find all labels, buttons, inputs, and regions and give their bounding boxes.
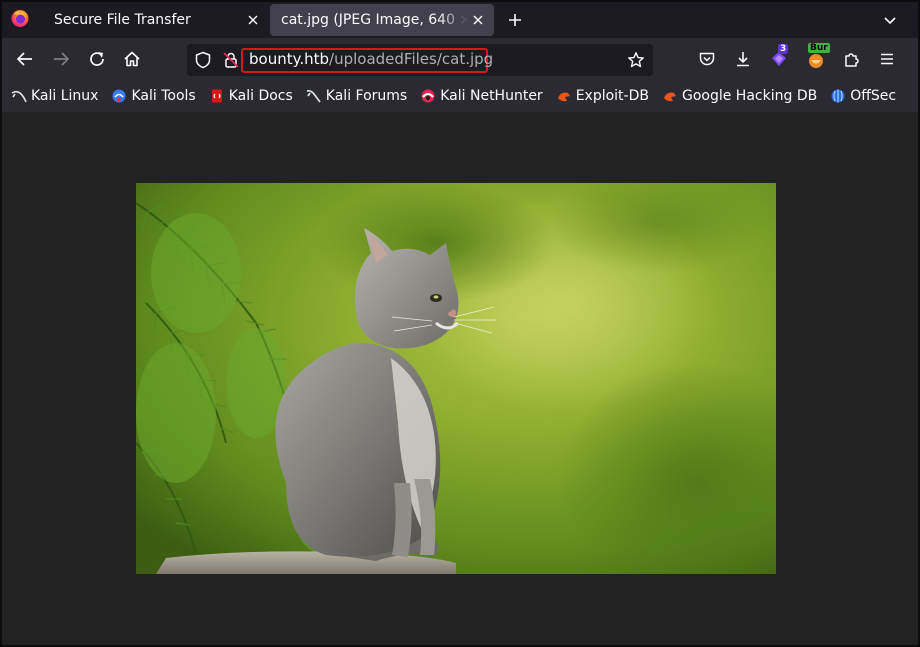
address-bar[interactable]: bounty.htb/uploadedFiles/cat.jpg [187, 44, 653, 76]
extension-badge: 3 [778, 44, 789, 54]
close-tab-icon[interactable] [468, 10, 488, 30]
burp-extension-icon[interactable]: Bur [804, 43, 830, 71]
tab-cat-jpg[interactable]: cat.jpg (JPEG Image, 640 × 391 pixels) [270, 4, 494, 36]
bookmark-label: Kali Forums [325, 88, 408, 104]
chevron-down-icon[interactable] [878, 8, 902, 32]
ghdb-icon [662, 88, 678, 104]
tracking-protection-shield-icon[interactable] [194, 51, 212, 73]
hamburger-menu-icon[interactable] [875, 47, 899, 71]
kali-tools-icon [111, 88, 127, 104]
bookmark-label: Exploit-DB [575, 88, 649, 104]
navigation-toolbar: bounty.htb/uploadedFiles/cat.jpg 3 Bur [2, 38, 918, 80]
tab-title: cat.jpg (JPEG Image, 640 × 391 pixels) [281, 12, 468, 28]
kali-dragon-icon [11, 88, 27, 104]
bookmark-star-icon[interactable] [627, 51, 645, 73]
nethunter-icon [420, 88, 436, 104]
url-text[interactable]: bounty.htb/uploadedFiles/cat.jpg [249, 49, 493, 69]
insecure-lock-icon[interactable] [222, 51, 240, 73]
browser-window: Secure File Transfer cat.jpg (JPEG Image… [0, 0, 920, 647]
bookmark-kali-linux[interactable]: Kali Linux [11, 88, 98, 104]
exploit-db-icon [556, 88, 572, 104]
new-tab-icon[interactable] [503, 8, 527, 32]
url-path: /uploadedFiles/cat.jpg [329, 50, 494, 68]
bookmark-label: Kali Docs [228, 88, 293, 104]
bookmarks-toolbar: Kali Linux Kali Tools Kali Docs Kali For… [2, 80, 918, 112]
bookmark-kali-docs[interactable]: Kali Docs [209, 88, 293, 104]
home-icon[interactable] [120, 47, 144, 71]
firefox-logo-icon[interactable] [10, 8, 30, 28]
extension-badge: Bur [808, 43, 830, 53]
bookmark-exploit-db[interactable]: Exploit-DB [556, 88, 649, 104]
offsec-icon [830, 88, 846, 104]
back-arrow-icon[interactable] [13, 47, 37, 71]
close-tab-icon[interactable] [243, 10, 263, 30]
url-host: bounty.htb [249, 50, 330, 68]
cat-photo-image[interactable] [136, 183, 776, 574]
bookmark-kali-tools[interactable]: Kali Tools [111, 88, 196, 104]
tab-title: Secure File Transfer [54, 12, 191, 28]
forward-arrow-icon[interactable] [49, 47, 73, 71]
downloads-icon[interactable] [731, 47, 755, 71]
bookmark-google-hacking-db[interactable]: Google Hacking DB [662, 88, 817, 104]
bookmark-label: Kali Linux [31, 88, 99, 104]
bookmark-kali-nethunter[interactable]: Kali NetHunter [420, 88, 543, 104]
kali-docs-icon [209, 88, 225, 104]
bookmark-label: OffSec [850, 88, 897, 104]
kali-forums-icon [306, 88, 322, 104]
page-content [2, 112, 918, 645]
bookmark-label: Kali NetHunter [440, 88, 543, 104]
bookmark-kali-forums[interactable]: Kali Forums [306, 88, 407, 104]
puzzle-extension-icon[interactable]: 3 [767, 44, 791, 71]
reload-icon[interactable] [85, 47, 109, 71]
bookmark-label: Google Hacking DB [681, 88, 818, 104]
bookmark-label: Kali Tools [131, 88, 196, 104]
extensions-puzzle-icon[interactable] [840, 47, 864, 71]
tab-secure-file-transfer[interactable]: Secure File Transfer [43, 4, 269, 36]
tab-strip: Secure File Transfer cat.jpg (JPEG Image… [2, 2, 918, 38]
pocket-icon[interactable] [695, 47, 719, 71]
bookmark-offsec[interactable]: OffSec [830, 88, 896, 104]
